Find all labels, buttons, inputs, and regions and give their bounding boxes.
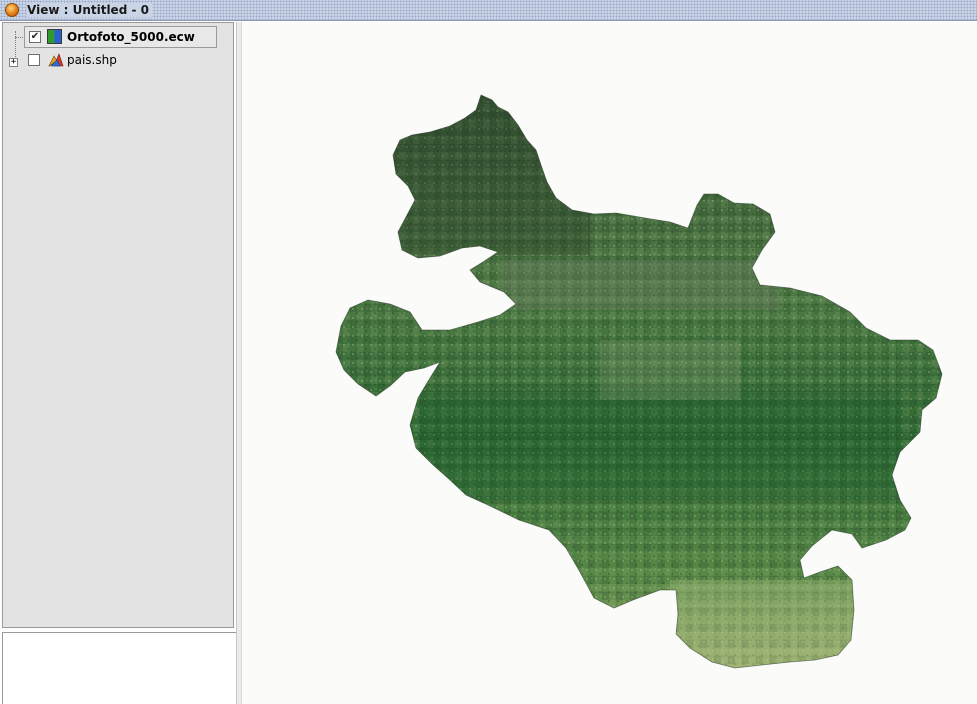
expand-icon[interactable]: + [9, 58, 18, 67]
vector-layer-icon [48, 53, 64, 67]
dark-forest-area [390, 95, 590, 255]
table-of-contents-panel: ✔ Ortofoto_5000.ecw + pais.shp [2, 22, 234, 628]
urban-area [500, 260, 780, 310]
layer-visibility-checkbox[interactable]: ✔ [29, 31, 41, 43]
layer-name: Ortofoto_5000.ecw [67, 30, 195, 44]
map-canvas[interactable] [242, 22, 977, 704]
layer-item-pais[interactable]: + pais.shp [8, 50, 208, 72]
app-icon[interactable] [5, 3, 19, 17]
window-title: View : Untitled - 0 [27, 3, 152, 17]
layer-item-ortofoto[interactable]: ✔ Ortofoto_5000.ecw [24, 26, 217, 48]
orthophoto-raster [335, 94, 943, 669]
locator-panel [2, 632, 236, 704]
town-area [600, 340, 740, 400]
raster-layer-icon [47, 29, 62, 44]
layer-visibility-checkbox[interactable] [28, 54, 40, 66]
layer-name: pais.shp [67, 53, 117, 67]
green-valley [420, 390, 900, 500]
window-title-bar[interactable]: View : Untitled - 0 [0, 0, 977, 21]
